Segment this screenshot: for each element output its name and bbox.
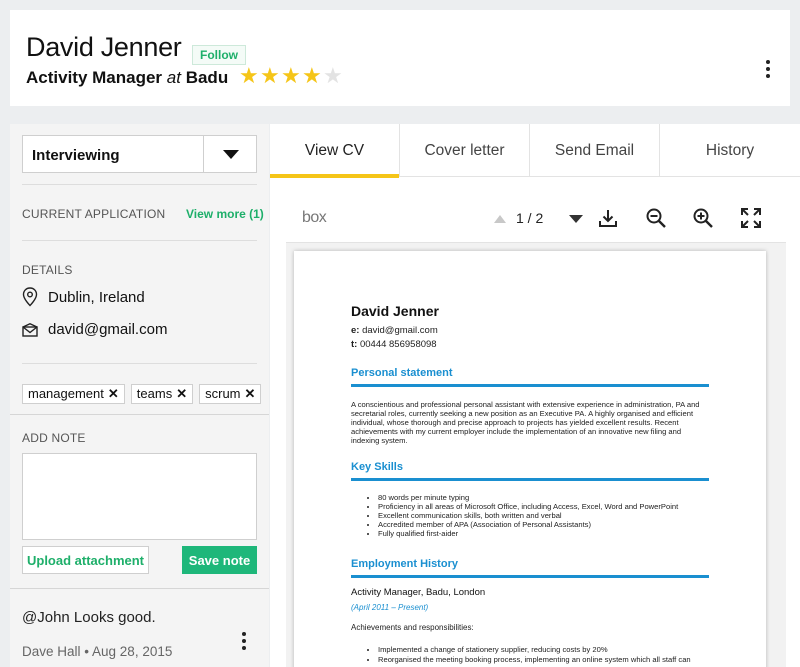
tab-view-cv[interactable]: View CV	[270, 124, 400, 178]
comment-date: Aug 28, 2015	[92, 644, 173, 659]
cv-page: David Jenner e: david@gmail.com t: 00444…	[294, 251, 766, 667]
cv-responsibilities-label: Achievements and responsibilities:	[351, 623, 474, 632]
cv-employment-heading: Employment History	[351, 558, 709, 578]
tag-label: teams	[136, 386, 173, 401]
tag-label: management	[28, 386, 104, 401]
comment-text: @John Looks good.	[22, 609, 156, 626]
tag-chip: scrum ✕	[199, 384, 262, 404]
more-options-icon[interactable]	[766, 60, 770, 78]
cv-personal-heading: Personal statement	[351, 367, 709, 387]
comment-author: Dave Hall	[22, 644, 81, 659]
note-textarea[interactable]	[22, 453, 257, 540]
divider	[22, 184, 257, 185]
envelope-icon	[22, 322, 38, 337]
role-at: at	[166, 68, 181, 87]
close-icon[interactable]: ✕	[176, 385, 187, 403]
next-page-icon[interactable]	[569, 215, 583, 223]
download-icon[interactable]	[597, 207, 619, 229]
cv-email: e: david@gmail.com	[351, 325, 438, 336]
divider	[10, 588, 269, 589]
star-icon[interactable]: ★	[260, 66, 281, 88]
rating-stars[interactable]: ★ ★ ★ ★ ★	[239, 66, 344, 88]
tag-chip: management ✕	[22, 384, 125, 404]
list-item: 80 words per minute typing	[378, 493, 678, 502]
follow-button[interactable]: Follow	[192, 45, 246, 65]
profile-header: David Jenner Follow Activity Manager at …	[10, 10, 790, 106]
page-indicator: 1 / 2	[516, 210, 544, 226]
list-item: Implemented a change of stationery suppl…	[378, 645, 691, 655]
view-more-link[interactable]: View more (1)	[186, 207, 264, 221]
save-note-button[interactable]: Save note	[182, 546, 257, 574]
list-item: Fully qualified first-aider	[378, 529, 678, 538]
location-pin-icon	[22, 287, 38, 307]
list-item: Reorganised the meeting booking process,…	[378, 655, 691, 665]
divider	[10, 414, 269, 415]
status-dropdown[interactable]: Interviewing	[22, 135, 257, 173]
list-item: Accredited member of APA (Association of…	[378, 520, 678, 529]
tab-bar: View CV Cover letter Send Email History	[270, 124, 800, 178]
cv-personal-text: A conscientious and professional persona…	[351, 400, 700, 445]
tag-label: scrum	[205, 386, 241, 401]
document-viewer[interactable]: David Jenner e: david@gmail.com t: 00444…	[286, 243, 786, 667]
close-icon[interactable]: ✕	[108, 385, 119, 403]
cv-skills-list: 80 words per minute typing Proficiency i…	[366, 493, 678, 538]
cv-job-dates: (April 2011 – Present)	[351, 603, 429, 612]
list-item: Proficiency in all areas of Microsoft Of…	[378, 502, 678, 511]
meta-separator: •	[84, 644, 93, 659]
list-item: Excellent communication skills, both wri…	[378, 511, 678, 520]
role-title: Activity Manager	[26, 68, 163, 87]
status-value: Interviewing	[32, 147, 120, 164]
close-icon[interactable]: ✕	[245, 385, 256, 403]
location-text: Dublin, Ireland	[48, 288, 145, 306]
zoom-in-icon[interactable]	[692, 207, 714, 229]
upload-attachment-button[interactable]: Upload attachment	[22, 546, 149, 574]
tag-list: management ✕ teams ✕ scrum ✕	[22, 384, 262, 404]
cv-name: David Jenner	[351, 303, 439, 319]
viewer-toolbar: box 1 / 2	[286, 177, 786, 242]
dropdown-divider	[203, 136, 204, 172]
comment-meta: Dave Hall • Aug 28, 2015	[22, 644, 172, 659]
candidate-role: Activity Manager at Badu	[26, 68, 228, 88]
star-icon[interactable]: ★	[239, 66, 260, 88]
zoom-out-icon[interactable]	[645, 207, 667, 229]
divider	[22, 240, 257, 241]
add-note-label: ADD NOTE	[22, 431, 86, 445]
comment-options-icon[interactable]	[242, 632, 246, 650]
star-icon[interactable]: ★	[302, 66, 323, 88]
star-icon[interactable]: ★	[281, 66, 302, 88]
tab-cover-letter[interactable]: Cover letter	[400, 124, 530, 177]
role-company: Badu	[185, 68, 229, 87]
cv-phone: t: 00444 856958098	[351, 339, 437, 350]
details-label: DETAILS	[22, 263, 73, 277]
location-row: Dublin, Ireland	[22, 287, 145, 307]
tab-send-email[interactable]: Send Email	[530, 124, 660, 177]
candidate-name: David Jenner	[26, 32, 182, 62]
tag-chip: teams ✕	[130, 384, 194, 404]
fullscreen-icon[interactable]	[740, 207, 762, 229]
tab-history[interactable]: History	[660, 124, 800, 177]
current-application-label: CURRENT APPLICATION	[22, 207, 166, 221]
star-empty-icon[interactable]: ★	[323, 66, 344, 88]
cv-job-title: Activity Manager, Badu, London	[351, 587, 486, 598]
email-row: david@gmail.com	[22, 321, 167, 338]
candidate-sidebar: Interviewing CURRENT APPLICATION View mo…	[10, 124, 269, 667]
divider	[22, 363, 257, 364]
cv-responsibilities-list: Implemented a change of stationery suppl…	[366, 645, 691, 665]
previous-page-icon[interactable]	[494, 215, 506, 223]
box-logo: box	[302, 209, 327, 226]
cv-skills-heading: Key Skills	[351, 461, 709, 481]
main-panel: View CV Cover letter Send Email History …	[270, 124, 800, 667]
email-text[interactable]: david@gmail.com	[48, 321, 167, 338]
chevron-down-icon[interactable]	[223, 150, 239, 159]
